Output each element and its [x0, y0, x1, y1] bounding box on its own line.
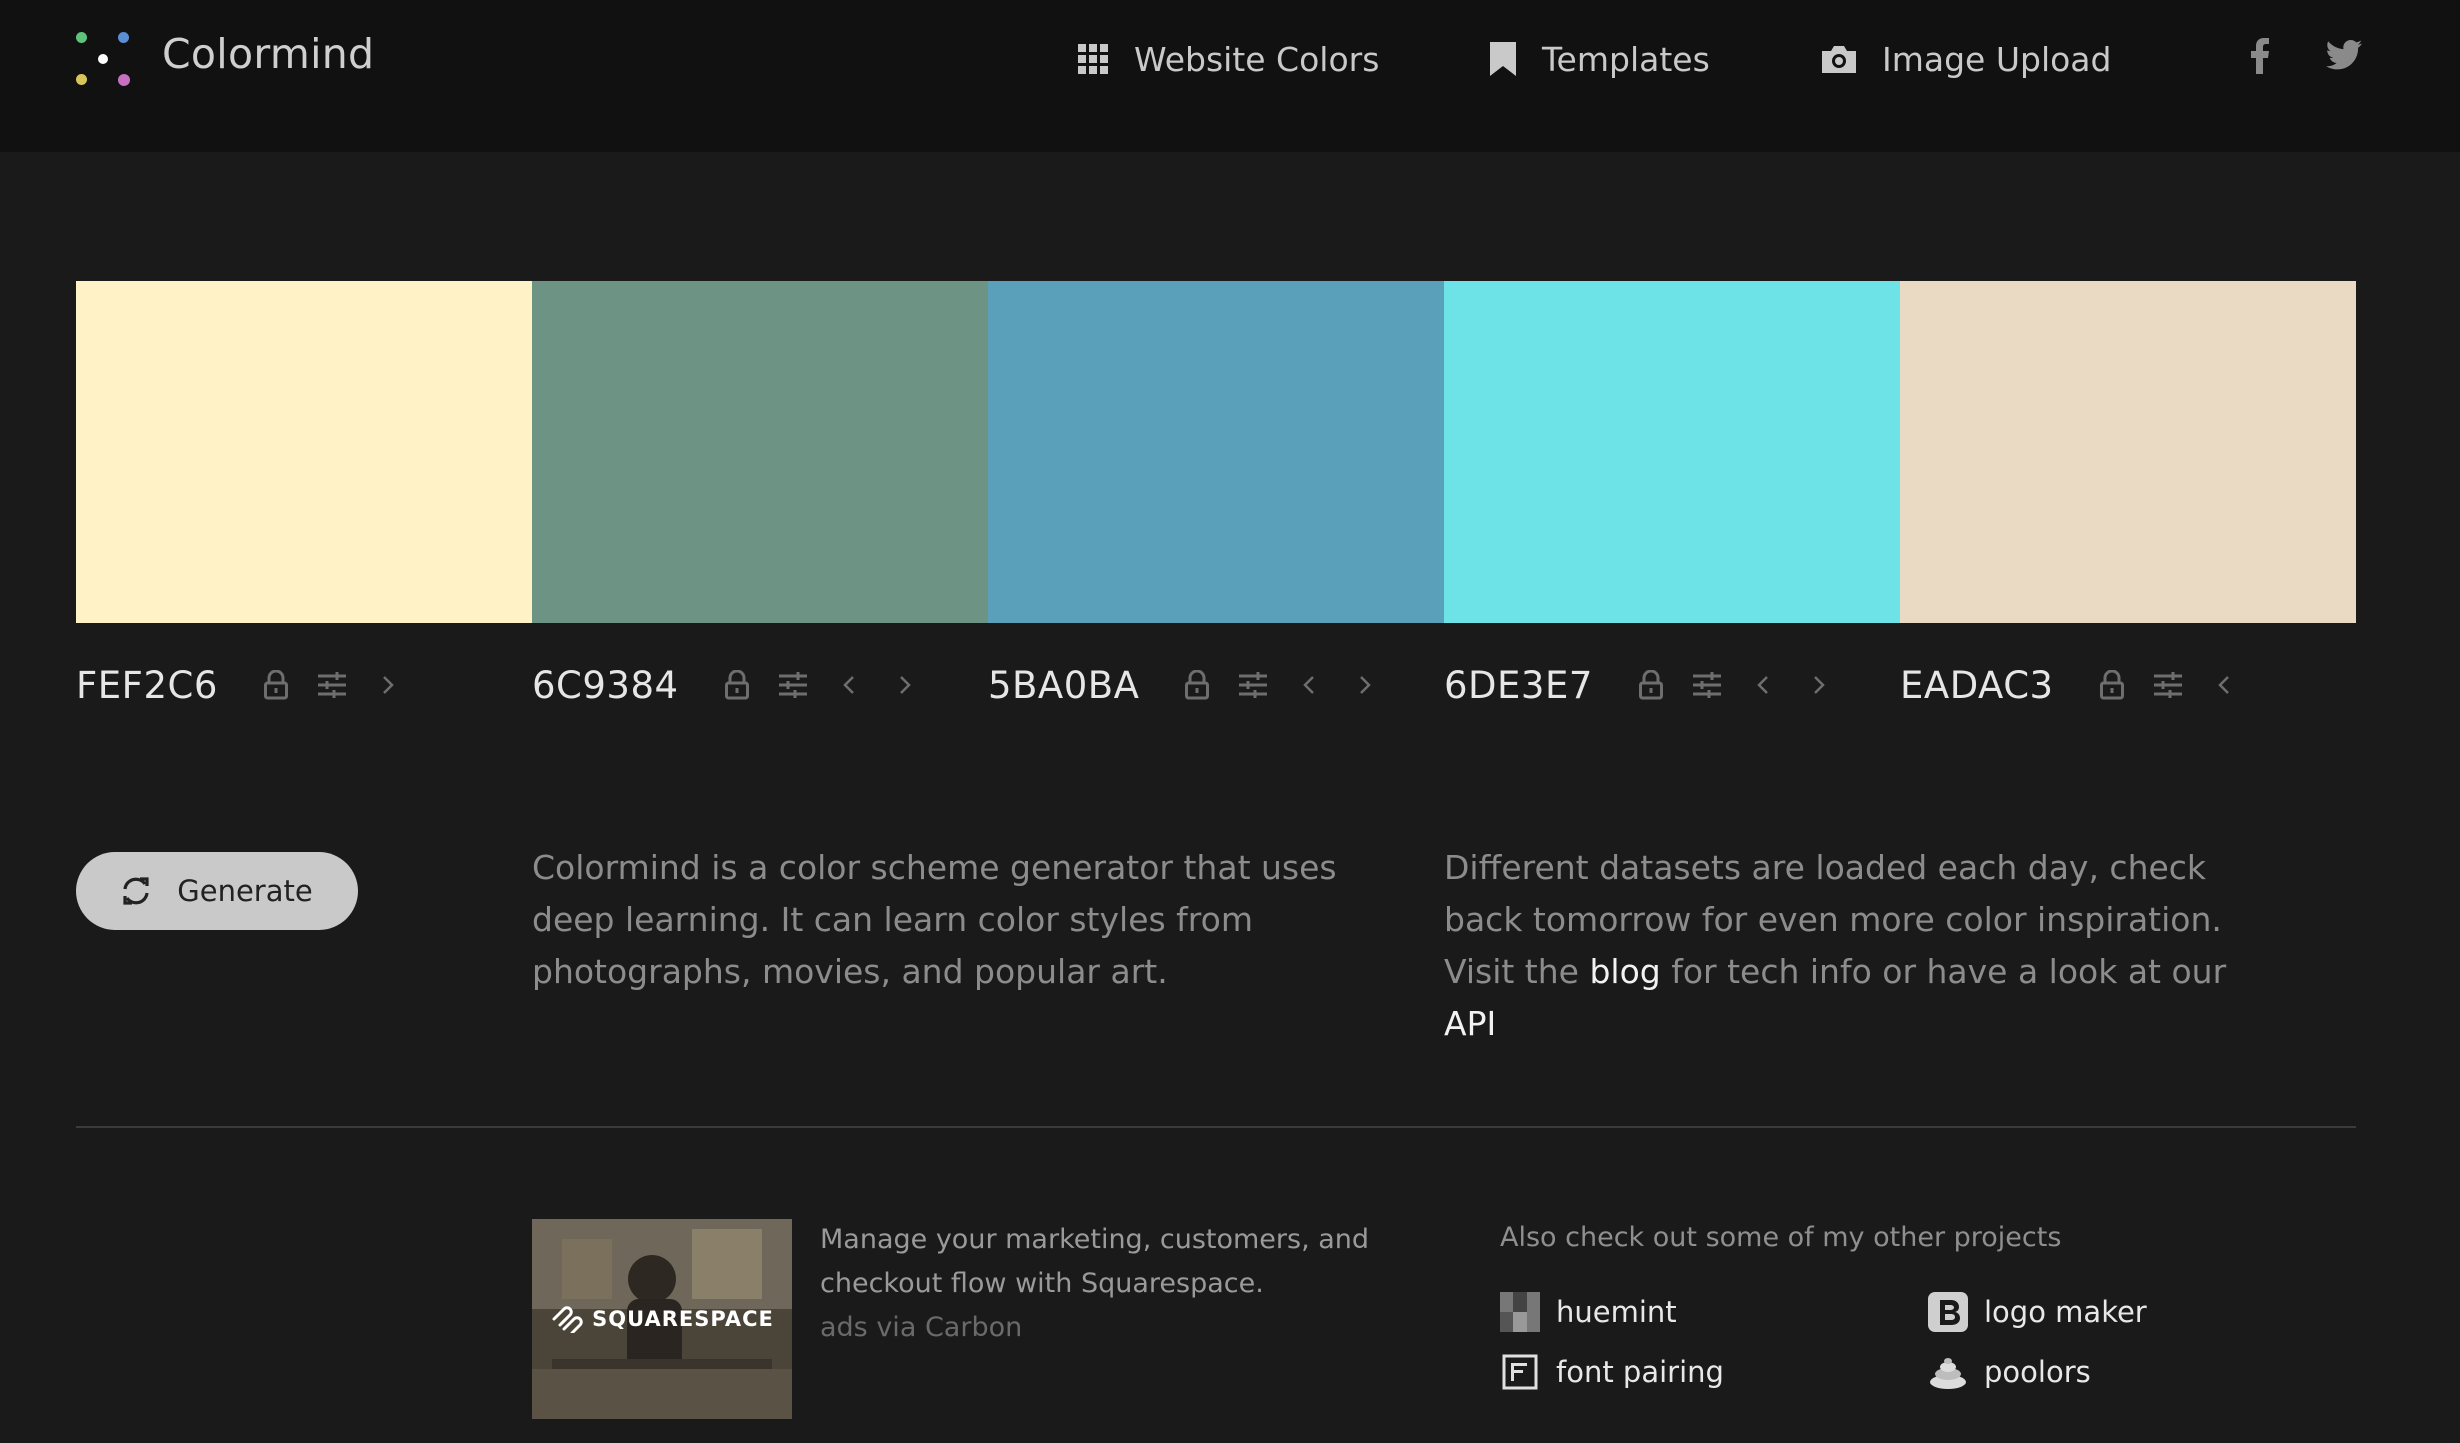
- nav-templates[interactable]: Templates: [1490, 34, 1710, 84]
- lock-icon[interactable]: [1169, 670, 1225, 700]
- project-label: logo maker: [1984, 1295, 2147, 1329]
- color-swatch-3[interactable]: [988, 281, 1444, 623]
- ad-image[interactable]: SQUARESPACE: [532, 1219, 792, 1419]
- lock-icon[interactable]: [709, 670, 765, 700]
- project-font-pairing[interactable]: font pairing: [1500, 1352, 1724, 1392]
- chevron-left-icon[interactable]: [821, 674, 877, 696]
- ads-via-carbon-link[interactable]: ads via Carbon: [820, 1306, 1380, 1350]
- font-pairing-icon: [1502, 1354, 1538, 1390]
- color-swatch-1[interactable]: [76, 281, 532, 623]
- intro-text: Colormind is a color scheme generator th…: [532, 848, 1337, 991]
- chevron-right-icon[interactable]: [1791, 674, 1847, 696]
- color-controls-5: EADAC3: [1900, 660, 2252, 710]
- color-swatch-2[interactable]: [532, 281, 988, 623]
- chevron-right-icon[interactable]: [360, 674, 416, 696]
- brand-name[interactable]: Colormind: [162, 30, 374, 78]
- chevron-left-icon[interactable]: [1281, 674, 1337, 696]
- lock-icon[interactable]: [248, 670, 304, 700]
- color-swatch-5[interactable]: [1900, 281, 2356, 623]
- hex-value[interactable]: 5BA0BA: [988, 664, 1139, 707]
- hex-value[interactable]: 6DE3E7: [1444, 664, 1593, 707]
- refresh-icon: [123, 877, 149, 905]
- facebook-icon[interactable]: [2250, 38, 2270, 74]
- blog-link[interactable]: blog: [1589, 952, 1660, 991]
- huemint-icon: [1500, 1292, 1540, 1332]
- chevron-left-icon[interactable]: [1735, 674, 1791, 696]
- chevron-right-icon[interactable]: [877, 674, 933, 696]
- generate-button[interactable]: Generate: [76, 852, 358, 930]
- twitter-icon[interactable]: [2326, 40, 2362, 70]
- color-swatch-4[interactable]: [1444, 281, 1900, 623]
- nav-templates-label: Templates: [1542, 39, 1710, 79]
- hex-value[interactable]: FEF2C6: [76, 664, 218, 707]
- project-poolors[interactable]: poolors: [1928, 1352, 2091, 1392]
- color-controls-3: 5BA0BA: [988, 660, 1393, 710]
- adjust-icon[interactable]: [1679, 672, 1735, 698]
- projects-heading: Also check out some of my other projects: [1500, 1222, 2062, 1253]
- chevron-left-icon[interactable]: [2196, 674, 2252, 696]
- top-navbar: Colormind Website Colors Templates Image…: [0, 0, 2460, 152]
- colormind-logo-icon[interactable]: [76, 32, 132, 88]
- ad-image-brand: SQUARESPACE: [592, 1307, 774, 1331]
- chevron-right-icon[interactable]: [1337, 674, 1393, 696]
- lock-icon[interactable]: [1623, 670, 1679, 700]
- nav-image-upload-label: Image Upload: [1882, 39, 2112, 79]
- bookmark-icon: [1490, 42, 1516, 76]
- poolors-icon: [1930, 1358, 1966, 1389]
- hex-value[interactable]: EADAC3: [1900, 664, 2054, 707]
- ad-copy[interactable]: Manage your marketing, customers, and ch…: [820, 1224, 1369, 1299]
- color-controls-2: 6C9384: [532, 660, 933, 710]
- adjust-icon[interactable]: [2140, 672, 2196, 698]
- camera-icon: [1822, 46, 1856, 73]
- lock-icon[interactable]: [2084, 670, 2140, 700]
- nav-website-colors-label: Website Colors: [1134, 39, 1380, 79]
- section-divider: [76, 1126, 2356, 1128]
- nav-image-upload[interactable]: Image Upload: [1822, 34, 2111, 84]
- color-controls-4: 6DE3E7: [1444, 660, 1847, 710]
- adjust-icon[interactable]: [1225, 672, 1281, 698]
- info-text-middle: for tech info or have a look at our: [1660, 952, 2227, 991]
- grid-icon: [1078, 44, 1108, 74]
- adjust-icon[interactable]: [304, 672, 360, 698]
- nav-website-colors[interactable]: Website Colors: [1078, 34, 1379, 84]
- project-huemint[interactable]: huemint: [1500, 1292, 1677, 1332]
- api-link[interactable]: API: [1444, 1004, 1496, 1043]
- ad-text-block: Manage your marketing, customers, and ch…: [820, 1218, 1380, 1350]
- squarespace-logo-icon: [552, 1306, 583, 1333]
- hex-value[interactable]: 6C9384: [532, 664, 679, 707]
- adjust-icon[interactable]: [765, 672, 821, 698]
- color-controls-1: FEF2C6: [76, 660, 416, 710]
- info-text: Different datasets are loaded each day, …: [1444, 842, 2274, 1050]
- project-label: poolors: [1984, 1355, 2091, 1389]
- logo-maker-icon: [1928, 1292, 1968, 1332]
- generate-label: Generate: [177, 874, 313, 908]
- project-label: huemint: [1556, 1295, 1677, 1329]
- project-logo-maker[interactable]: logo maker: [1928, 1292, 2147, 1332]
- project-label: font pairing: [1556, 1355, 1724, 1389]
